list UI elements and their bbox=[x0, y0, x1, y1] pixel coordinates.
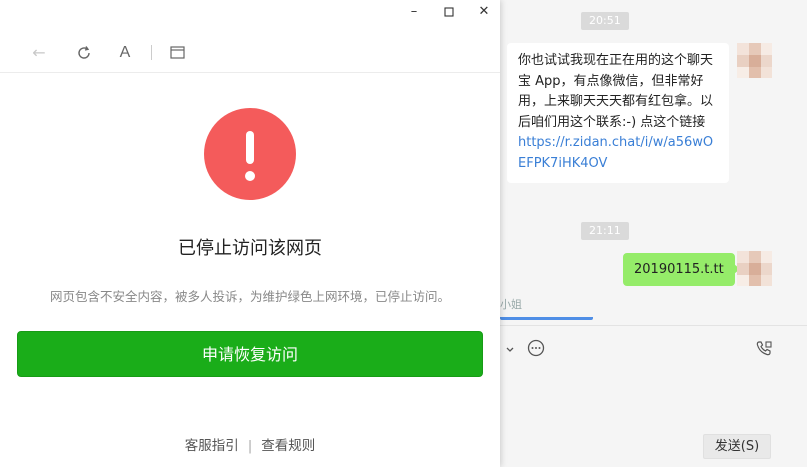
toolbar-divider bbox=[151, 45, 152, 60]
new-message-indicator[interactable] bbox=[500, 317, 593, 320]
timestamp: 21:11 bbox=[581, 222, 629, 240]
page-title: 已停止访问该网页 bbox=[178, 238, 322, 259]
message-link[interactable]: https://r.zidan.chat/i/w/a56wOEFPK7iHK4O… bbox=[518, 133, 718, 174]
sender-name-fragment: 小姐 bbox=[500, 298, 522, 311]
contact-avatar[interactable] bbox=[737, 43, 772, 78]
outgoing-message[interactable]: 20190115.t.tt bbox=[623, 253, 740, 286]
refresh-icon[interactable] bbox=[74, 43, 94, 63]
voice-call-icon[interactable] bbox=[755, 339, 773, 361]
incoming-message[interactable]: 你也试试我现在正在用的这个聊天宝 App，有点像微信，但非常好用，上来聊天天天都… bbox=[507, 43, 729, 183]
send-button[interactable]: 发送(S) bbox=[703, 434, 771, 459]
view-rules-link[interactable]: 查看规则 bbox=[261, 438, 315, 454]
timestamp: 20:51 bbox=[581, 12, 629, 30]
page-description: 网页包含不安全内容，被多人投诉，为维护绿色上网环境，已停止访问。 bbox=[49, 289, 450, 304]
close-icon[interactable]: ✕ bbox=[474, 4, 494, 19]
my-avatar[interactable] bbox=[737, 251, 772, 286]
maximize-icon[interactable] bbox=[439, 4, 459, 21]
blocked-page-window: – ✕ ← A 已停止访问该网页 网页包含不安全内容，被多人投诉，为维护绿色上网… bbox=[0, 0, 500, 467]
incoming-message-text: 你也试试我现在正在用的这个聊天宝 App，有点像微信，但非常好用，上来聊天天天都… bbox=[518, 53, 714, 130]
request-restore-button[interactable]: 申请恢复访问 bbox=[17, 331, 483, 377]
customer-service-link[interactable]: 客服指引 bbox=[185, 438, 239, 454]
footer-links: 客服指引 | 查看规则 bbox=[0, 434, 500, 454]
back-arrow-icon[interactable]: ← bbox=[29, 43, 49, 63]
chat-bubble-icon[interactable] bbox=[527, 339, 545, 361]
minimize-icon[interactable]: – bbox=[404, 4, 424, 19]
font-size-icon[interactable]: A bbox=[115, 43, 135, 63]
footer-separator: | bbox=[247, 438, 253, 454]
toolbar-divider-line bbox=[0, 72, 500, 73]
warning-icon bbox=[204, 108, 296, 200]
more-tools-chevron-icon[interactable] bbox=[505, 340, 515, 358]
open-in-window-icon[interactable] bbox=[167, 43, 187, 63]
